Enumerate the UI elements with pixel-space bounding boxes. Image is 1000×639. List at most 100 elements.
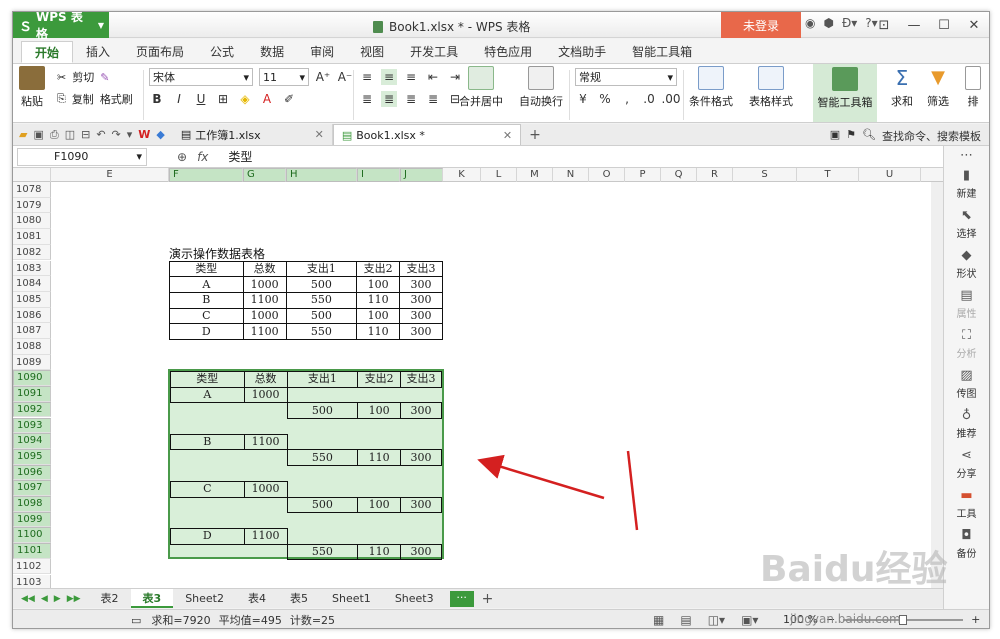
indent-decrease-icon[interactable]: ⇤ — [425, 69, 441, 85]
column-header[interactable]: K — [443, 168, 481, 182]
table-cell[interactable]: 100 — [357, 402, 402, 420]
row-header[interactable]: 1095 — [13, 448, 51, 465]
name-box[interactable]: F1090 ▾ — [17, 147, 147, 166]
column-header[interactable]: G — [243, 168, 286, 182]
print-preview-icon[interactable]: ◫ — [65, 128, 75, 142]
font-name-select[interactable]: 宋体 ▾ — [149, 68, 253, 86]
open-folder-icon[interactable]: ▰ — [19, 128, 27, 142]
row-header[interactable]: 1091 — [13, 386, 51, 402]
empty-cell[interactable] — [171, 450, 245, 466]
pane-item-shape[interactable]: ◆ 形状 — [944, 244, 989, 284]
more-icon[interactable]: ▾ — [127, 128, 133, 142]
sheet-tab[interactable]: Sheet1 — [320, 589, 383, 608]
row-header[interactable]: 1084 — [13, 276, 51, 292]
table-header-cell[interactable]: 总数 — [242, 260, 287, 278]
column-header[interactable]: H — [286, 168, 357, 182]
table-cell[interactable]: B — [170, 433, 245, 451]
table-cell[interactable]: 500 — [285, 276, 358, 293]
table-cell[interactable]: 1100 — [243, 527, 288, 545]
table-cell[interactable]: 500 — [286, 402, 359, 420]
row-header[interactable]: 1102 — [13, 558, 51, 575]
table-header-cell[interactable]: 支出1 — [286, 371, 359, 388]
table-header-cell[interactable]: 总数 — [243, 371, 288, 388]
empty-cell[interactable] — [401, 387, 442, 403]
table-cell[interactable]: 1100 — [243, 433, 288, 451]
column-header[interactable]: P — [625, 168, 661, 182]
align-left-icon[interactable]: ≣ — [359, 91, 375, 107]
empty-cell[interactable] — [358, 513, 401, 529]
table-cell[interactable]: 110 — [357, 543, 402, 561]
fx-icon[interactable]: fx — [197, 150, 208, 164]
wps-menu-button[interactable]: Ｓ WPS 表格 ▼ — [13, 12, 109, 41]
column-header[interactable]: I — [357, 168, 400, 182]
empty-cell[interactable] — [401, 419, 442, 435]
format-painter-button[interactable]: 格式刷 — [100, 91, 133, 107]
row-header[interactable]: 1098 — [13, 496, 51, 512]
minimize-icon[interactable]: — — [899, 12, 929, 38]
table-cell[interactable]: 550 — [285, 291, 358, 309]
empty-cell[interactable] — [287, 419, 358, 435]
maximize-icon[interactable]: ☐ — [929, 12, 959, 38]
pane-item-analyze[interactable]: ⛶ 分析 — [944, 324, 989, 364]
font-color-icon[interactable]: A — [259, 91, 275, 107]
new-tab-icon[interactable]: + — [529, 127, 541, 143]
flag-icon[interactable]: ⚑ — [846, 128, 856, 144]
row-header[interactable]: 1096 — [13, 464, 51, 481]
zoom-in-icon[interactable]: + — [971, 613, 980, 626]
normal-view-icon[interactable]: ▦ — [653, 613, 664, 627]
doc-tab-book1[interactable]: ▤ Book1.xlsx * ✕ — [332, 124, 522, 145]
font-shrink-icon[interactable]: A⁻ — [337, 69, 353, 85]
cut-button[interactable]: 剪切 — [72, 69, 94, 85]
align-right-icon[interactable]: ≣ — [403, 91, 419, 107]
table-cell[interactable]: 300 — [400, 496, 442, 514]
italic-icon[interactable]: I — [171, 91, 187, 107]
row-header[interactable]: 1090 — [13, 370, 51, 387]
table-header-cell[interactable]: 支出1 — [285, 260, 358, 278]
tab-formula[interactable]: 公式 — [197, 41, 247, 63]
column-header[interactable]: U — [859, 168, 921, 182]
skin-icon[interactable]: ◉ — [805, 16, 815, 30]
justify-icon[interactable]: ≣ — [425, 91, 441, 107]
row-header[interactable]: 1088 — [13, 339, 51, 355]
save-icon[interactable]: ▣ — [33, 128, 43, 142]
tab-special[interactable]: 特色应用 — [471, 41, 545, 63]
empty-cell[interactable] — [171, 419, 245, 435]
table-cell[interactable]: 1000 — [243, 480, 288, 498]
clear-format-icon[interactable]: ✐ — [281, 91, 297, 107]
bold-icon[interactable]: B — [149, 91, 165, 107]
empty-cell[interactable] — [401, 481, 442, 497]
column-header[interactable]: M — [517, 168, 553, 182]
table-cell[interactable]: 100 — [356, 307, 401, 325]
column-header[interactable]: L — [481, 168, 517, 182]
tab-insert[interactable]: 插入 — [73, 41, 123, 63]
tab-page-layout[interactable]: 页面布局 — [123, 41, 197, 63]
table-cell[interactable]: 1100 — [242, 323, 287, 340]
restore-icon[interactable]: ⊡ — [869, 12, 899, 38]
table-cell[interactable]: 110 — [357, 449, 402, 467]
close-icon[interactable]: ✕ — [315, 128, 324, 141]
row-header[interactable]: 1081 — [13, 229, 51, 245]
table-style-button[interactable]: 表格样式 — [749, 66, 793, 109]
export-icon[interactable]: ⊟ — [81, 128, 90, 142]
share-icon[interactable]: Ð▾ — [842, 16, 857, 30]
conditional-format-button[interactable]: 条件格式 — [689, 66, 733, 109]
doc-tab-workbook1[interactable]: ▤ 工作簿1.xlsx ✕ — [173, 124, 333, 145]
row-header[interactable]: 1080 — [13, 213, 51, 230]
pane-item-upload-image[interactable]: ▨ 传图 — [944, 364, 989, 404]
empty-cell[interactable] — [287, 528, 358, 544]
table-header-cell[interactable]: 支出2 — [357, 371, 402, 388]
column-header[interactable]: N — [553, 168, 589, 182]
sum-button[interactable]: Σ 求和 — [889, 66, 915, 109]
spreadsheet-grid[interactable]: E F G H I J K L M N O P Q R S T U 1078 1… — [13, 168, 943, 590]
empty-cell[interactable] — [287, 481, 358, 497]
row-header[interactable]: 1097 — [13, 480, 51, 496]
row-header[interactable]: 1100 — [13, 527, 51, 544]
pane-item-recommend[interactable]: ♁ 推荐 — [944, 404, 989, 444]
table-header-cell[interactable]: 支出3 — [399, 260, 443, 278]
empty-cell[interactable] — [244, 497, 287, 513]
decimal-decrease-icon[interactable]: .00 — [661, 91, 680, 107]
row-header[interactable]: 1094 — [13, 433, 51, 449]
row-header[interactable]: 1087 — [13, 323, 51, 339]
thousands-icon[interactable]: , — [619, 91, 635, 107]
percent-icon[interactable]: % — [597, 91, 613, 107]
